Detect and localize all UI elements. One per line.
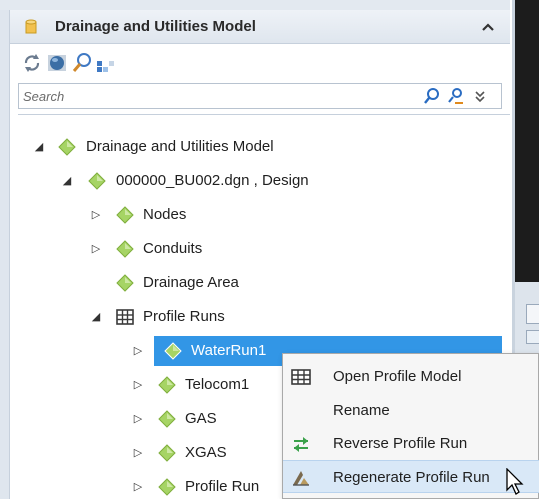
diamond-model-icon — [58, 138, 76, 156]
expander-collapsed-icon[interactable]: ▷ — [131, 445, 145, 461]
tree-node-label: 000000_BU002.dgn , Design — [116, 172, 309, 189]
diamond-model-icon — [116, 274, 134, 292]
panel-toolbar — [10, 45, 510, 81]
tree-node-dgn-design[interactable]: ◢ 000000_BU002.dgn , Design — [18, 165, 510, 197]
menu-item-rename[interactable]: Rename — [283, 394, 539, 427]
menu-item-label: Regenerate Profile Run — [333, 469, 490, 486]
left-frame — [0, 0, 9, 499]
tree-node-drainage-area[interactable]: Drainage Area — [18, 267, 510, 299]
expander-expanded-icon[interactable]: ◢ — [89, 309, 103, 325]
grid-icon[interactable] — [94, 52, 116, 74]
sphere-model-icon[interactable] — [46, 52, 68, 74]
menu-item-regenerate-profile-run[interactable]: Regenerate Profile Run — [283, 460, 539, 493]
view-canvas[interactable] — [512, 0, 539, 282]
tree-node-conduits[interactable]: ▷ Conduits — [18, 233, 510, 265]
expander-collapsed-icon[interactable]: ▷ — [89, 207, 103, 223]
expander-expanded-icon[interactable]: ◢ — [32, 139, 46, 155]
mouse-cursor-icon — [506, 468, 524, 495]
expander-collapsed-icon[interactable]: ▷ — [131, 479, 145, 495]
search-box — [18, 83, 502, 109]
refresh-icon[interactable] — [21, 52, 43, 74]
menu-item-label: Reverse Profile Run — [333, 435, 468, 452]
reverse-arrows-icon — [294, 437, 308, 452]
menu-item-reverse-profile-run[interactable]: Reverse Profile Run — [283, 427, 539, 460]
expander-collapsed-icon[interactable]: ▷ — [131, 343, 145, 359]
tree-node-profile-runs[interactable]: ◢ Profile Runs — [18, 301, 510, 333]
menu-item-label: Open Profile Model — [333, 368, 462, 385]
tree-node-label: XGAS — [185, 444, 227, 461]
dock-tab[interactable] — [526, 304, 539, 324]
diamond-model-icon — [116, 206, 134, 224]
tree-node-label: GAS — [185, 410, 217, 427]
tree-node-drainage-model[interactable]: ◢ Drainage and Utilities Model — [18, 131, 510, 163]
diamond-model-icon — [88, 172, 106, 190]
tree-node-label: Telocom1 — [185, 376, 250, 393]
diamond-model-icon — [158, 444, 176, 462]
model-cylinder-icon — [25, 19, 37, 34]
expand-options-icon[interactable] — [471, 87, 489, 105]
tree-node-label: Drainage and Utilities Model — [86, 138, 274, 155]
search-person-icon[interactable] — [447, 87, 465, 105]
tree-node-label: Nodes — [143, 206, 187, 223]
tree-node-label: Drainage Area — [143, 274, 239, 291]
collapse-button[interactable] — [476, 16, 500, 38]
diamond-model-icon — [164, 342, 182, 360]
top-frame — [0, 0, 510, 10]
diamond-model-icon — [158, 478, 176, 496]
tree-node-label: WaterRun1 — [191, 342, 267, 359]
search-input[interactable] — [23, 87, 403, 105]
panel-header: Drainage and Utilities Model — [10, 10, 510, 44]
chevron-up-icon — [482, 23, 494, 31]
menu-item-open-profile-model[interactable]: Open Profile Model — [283, 360, 539, 393]
search-icon[interactable] — [423, 87, 441, 105]
menu-item-label: Rename — [333, 402, 390, 419]
tree-node-label: Profile Run — [185, 478, 260, 495]
zoom-icon[interactable] — [71, 52, 93, 74]
grid-table-icon — [291, 369, 311, 385]
expander-collapsed-icon[interactable]: ▷ — [131, 411, 145, 427]
diamond-model-icon — [116, 240, 134, 258]
diamond-model-icon — [158, 376, 176, 394]
grid-table-icon — [116, 309, 134, 325]
expander-expanded-icon[interactable]: ◢ — [60, 173, 74, 189]
expander-collapsed-icon[interactable]: ▷ — [131, 377, 145, 393]
diamond-model-icon — [158, 410, 176, 428]
dock-tab-secondary[interactable] — [526, 330, 539, 344]
context-menu: Open Profile Model Rename Reverse Profil… — [282, 353, 539, 499]
regenerate-icon — [293, 471, 309, 486]
tree-node-label: Conduits — [143, 240, 203, 257]
expander-collapsed-icon[interactable]: ▷ — [89, 241, 103, 257]
tree-node-nodes[interactable]: ▷ Nodes — [18, 199, 510, 231]
tree-node-label: Profile Runs — [143, 308, 225, 325]
panel-title: Drainage and Utilities Model — [55, 18, 256, 35]
app-window: Drainage and Utilities Model Search ◢ Dr… — [0, 0, 539, 499]
